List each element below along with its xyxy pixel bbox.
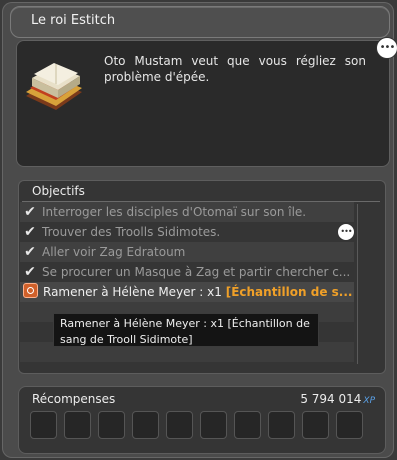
objective-item[interactable]: ✔ Aller voir Zag Edratoum bbox=[20, 242, 354, 262]
reward-slot[interactable] bbox=[30, 411, 57, 439]
objectives-title: Objectifs bbox=[32, 184, 85, 198]
rewards-title: Récompenses bbox=[32, 392, 116, 406]
objectives-scrollbar[interactable] bbox=[357, 204, 380, 364]
speech-bubble-icon[interactable]: ••• bbox=[337, 223, 355, 241]
check-icon: ✔ bbox=[24, 224, 36, 240]
title-bar[interactable]: Le roi Estitch bbox=[10, 6, 390, 38]
xp-unit: XP bbox=[363, 396, 375, 406]
tooltip-line: sang de Trooll Sidimote] bbox=[60, 333, 193, 346]
objective-item[interactable]: ✔ Interroger les disciples d'Otomaï sur s… bbox=[20, 202, 354, 222]
check-icon: ✔ bbox=[24, 264, 36, 280]
item-tooltip: Ramener à Hélène Meyer : x1 [Échantillon… bbox=[53, 313, 319, 347]
reward-slot[interactable] bbox=[268, 411, 295, 439]
current-objective[interactable]: Ramener à Hélène Meyer : x1 [Échantillon… bbox=[20, 282, 354, 302]
check-icon: ✔ bbox=[24, 204, 36, 220]
book-icon bbox=[26, 63, 82, 110]
reward-slot[interactable] bbox=[98, 411, 125, 439]
reward-slot[interactable] bbox=[64, 411, 91, 439]
objective-item[interactable]: ✔ Se procurer un Masque à Zag et partir c… bbox=[20, 262, 354, 282]
objective-marker-icon bbox=[23, 283, 38, 298]
reward-slot[interactable] bbox=[336, 411, 363, 439]
check-icon: ✔ bbox=[24, 244, 36, 260]
reward-slot[interactable] bbox=[234, 411, 261, 439]
reward-slot[interactable] bbox=[200, 411, 227, 439]
window-title: Le roi Estitch bbox=[31, 13, 116, 28]
objectives-header: Objectifs bbox=[22, 183, 380, 202]
tooltip-line: Ramener à Hélène Meyer : x1 [Échantillon… bbox=[60, 317, 310, 330]
speech-bubble-icon[interactable]: ••• bbox=[376, 37, 397, 59]
xp-value: 5 794 014 bbox=[300, 392, 362, 406]
xp-reward: 5 794 014 XP bbox=[300, 392, 375, 406]
reward-slot[interactable] bbox=[132, 411, 159, 439]
reward-slot[interactable] bbox=[166, 411, 193, 439]
reward-slot[interactable] bbox=[302, 411, 329, 439]
objective-item[interactable]: ✔ Trouver des Troolls Sidimotes. bbox=[20, 222, 354, 242]
dialog-text: Oto Mustam veut que vous régliez son pro… bbox=[104, 54, 366, 84]
item-link[interactable]: [Échantillon de s... bbox=[226, 285, 353, 299]
